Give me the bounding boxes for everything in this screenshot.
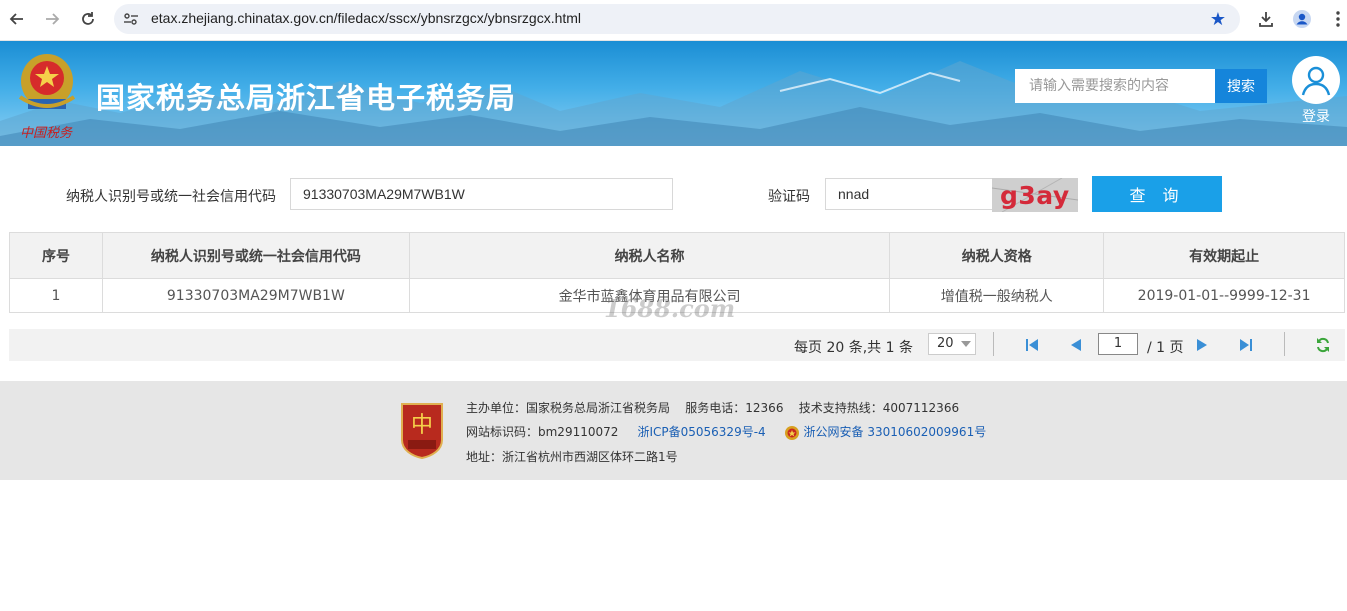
refresh-icon[interactable]	[1314, 336, 1332, 354]
table-cell: 1	[9, 278, 103, 313]
page-size-select[interactable]: 20	[928, 333, 976, 355]
query-button[interactable]: 查 询	[1092, 176, 1222, 212]
total-pages: / 1 页	[1147, 340, 1184, 356]
police-emblem-icon	[784, 425, 799, 440]
table-cell: 91330703MA29M7WB1W	[101, 278, 410, 313]
prev-page-icon[interactable]	[1067, 336, 1085, 354]
footer-line-1: 主办单位：国家税务总局浙江省税务局 服务电话：12366 技术支持热线：4007…	[466, 399, 959, 416]
column-header: 纳税人识别号或统一社会信用代码	[101, 232, 410, 279]
svg-text:中: 中	[411, 413, 433, 438]
search-input[interactable]: 请输入需要搜索的内容	[1015, 69, 1215, 103]
back-icon[interactable]	[6, 8, 28, 30]
header-banner: 中国税务 国家税务总局浙江省电子税务局 请输入需要搜索的内容 搜索 登录	[0, 41, 1347, 146]
bookmark-star-icon[interactable]: ★	[1210, 9, 1226, 30]
divider	[993, 332, 994, 356]
table-cell: 2019-01-01--9999-12-31	[1103, 278, 1345, 313]
menu-dots-icon[interactable]	[1326, 7, 1347, 31]
column-header: 纳税人资格	[889, 232, 1105, 279]
page-size-value: 20	[937, 336, 954, 351]
pagination-bar: 每页 20 条,共 1 条 20 1 / 1 页	[9, 329, 1345, 361]
reload-icon[interactable]	[77, 8, 99, 30]
chevron-down-icon	[961, 341, 971, 347]
captcha-label: 验证码	[768, 189, 810, 205]
footer: 中 主办单位：国家税务总局浙江省税务局 服务电话：12366 技术支持热线：40…	[0, 381, 1347, 480]
download-icon[interactable]	[1254, 7, 1278, 31]
address-bar[interactable]: etax.zhejiang.chinatax.gov.cn/filedacx/s…	[114, 4, 1240, 34]
page-number-input[interactable]: 1	[1098, 333, 1138, 355]
captcha-image[interactable]: g3ay	[992, 178, 1078, 212]
first-page-icon[interactable]	[1023, 336, 1041, 354]
last-page-icon[interactable]	[1237, 336, 1255, 354]
footer-sponsor: 主办单位：国家税务总局浙江省税务局	[466, 401, 671, 415]
browser-toolbar: etax.zhejiang.chinatax.gov.cn/filedacx/s…	[0, 0, 1347, 41]
user-icon	[1292, 56, 1340, 104]
column-header: 有效期起止	[1103, 232, 1345, 279]
column-header: 纳税人名称	[408, 232, 891, 279]
column-header: 序号	[9, 232, 103, 279]
table-cell: 增值税一般纳税人	[889, 278, 1105, 313]
table-header-row: 序号 纳税人识别号或统一社会信用代码 纳税人名称 纳税人资格 有效期起止	[9, 232, 1345, 279]
site-title: 国家税务总局浙江省电子税务局	[96, 81, 517, 115]
footer-address: 地址：浙江省杭州市西湖区体环二路1号	[466, 450, 678, 464]
forward-icon[interactable]	[41, 8, 63, 30]
tax-id-label: 纳税人识别号或统一社会信用代码	[66, 189, 276, 205]
profile-icon[interactable]	[1290, 7, 1314, 31]
page-info: 每页 20 条,共 1 条	[794, 340, 913, 356]
party-government-badge-icon[interactable]: 中	[398, 402, 446, 460]
watermark: 1688.com	[604, 294, 736, 323]
login-label: 登录	[1302, 109, 1330, 125]
police-record-link[interactable]: 浙公网安备 33010602009961号	[804, 425, 987, 439]
captcha-input[interactable]: nnad	[825, 178, 992, 210]
footer-line-2: 网站标识码：bm29110072 浙ICP备05056329号-4 浙公网安备 …	[466, 423, 986, 441]
login-button[interactable]: 登录	[1291, 56, 1341, 126]
url-text: etax.zhejiang.chinatax.gov.cn/filedacx/s…	[151, 10, 582, 26]
captcha-text: g3ay	[1000, 181, 1070, 210]
svg-text:中国税务: 中国税务	[20, 126, 73, 141]
footer-site-id: 网站标识码：bm29110072	[466, 425, 619, 439]
tax-id-input[interactable]: 91330703MA29M7WB1W	[290, 178, 673, 210]
footer-support-hotline: 技术支持热线：4007112366	[798, 401, 960, 415]
footer-service-phone: 服务电话：12366	[685, 401, 784, 415]
icp-link[interactable]: 浙ICP备05056329号-4	[637, 425, 765, 439]
site-info-icon[interactable]	[122, 10, 140, 28]
tax-emblem-logo: 中国税务	[18, 54, 76, 141]
divider	[1284, 332, 1285, 356]
search-button[interactable]: 搜索	[1215, 69, 1267, 103]
next-page-icon[interactable]	[1193, 336, 1211, 354]
